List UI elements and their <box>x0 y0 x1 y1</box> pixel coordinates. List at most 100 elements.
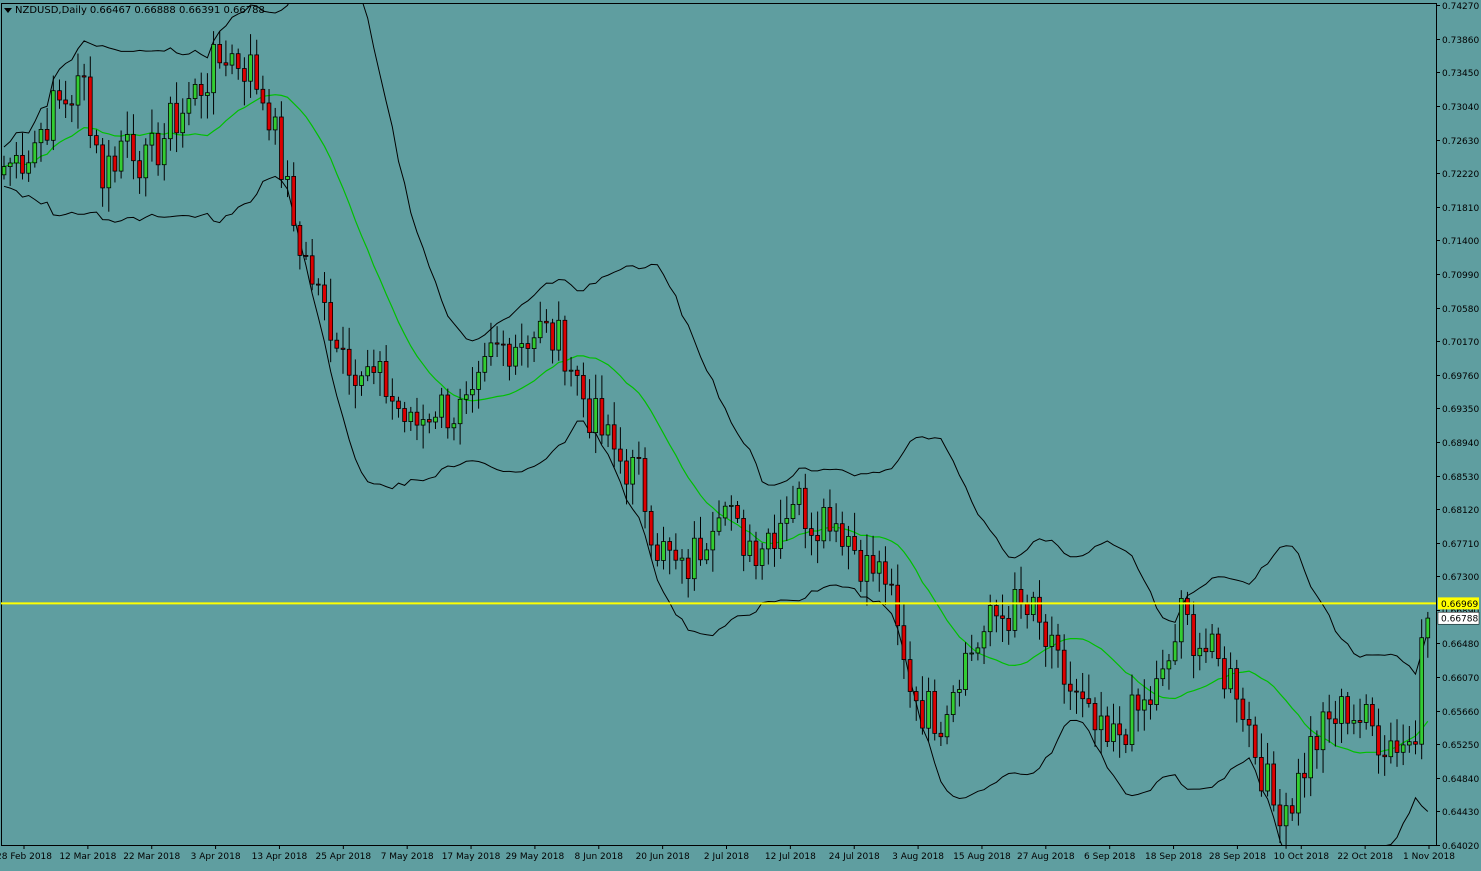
bear-candle <box>994 605 999 617</box>
bull-candle <box>531 337 537 349</box>
symbol-label: NZDUSD,Daily <box>15 4 87 16</box>
bull-candle <box>1407 741 1412 746</box>
bear-candle <box>260 88 266 104</box>
bear-candle <box>1216 633 1221 659</box>
bull-candle <box>605 424 611 436</box>
bear-candle <box>322 284 327 303</box>
bear-candle <box>550 322 555 351</box>
bear-candle <box>445 394 451 429</box>
bull-candle <box>537 320 543 339</box>
bull-candle <box>1209 633 1215 652</box>
bull-candle <box>1031 596 1036 615</box>
bull-candle <box>229 53 235 66</box>
bear-candle <box>309 255 315 285</box>
bull-candle <box>729 504 734 507</box>
bear-candle <box>858 550 864 582</box>
bull-candle <box>957 689 962 693</box>
bull-candle <box>790 503 796 519</box>
bull-candle <box>1296 772 1301 814</box>
bear-candle <box>920 700 925 729</box>
bear-candle <box>741 518 746 556</box>
x-tick-label: 13 Apr 2018 <box>252 852 308 862</box>
bear-candle <box>1135 694 1141 711</box>
y-tick-label: 0.68940 <box>1442 439 1479 449</box>
bull-candle <box>457 398 463 425</box>
bull-candle <box>950 692 956 716</box>
bull-candle <box>1049 634 1055 647</box>
price-chart[interactable]: 0.74270 0.73860 0.73450 0.73040 0.72630 0.722… <box>0 0 1481 867</box>
x-tick-label: 7 May 2018 <box>381 852 434 862</box>
bear-candle <box>242 68 247 82</box>
x-tick-label: 3 Apr 2018 <box>191 852 241 862</box>
x-tick-label: 22 Mar 2018 <box>123 852 180 862</box>
bear-candle <box>174 102 179 134</box>
bear-candle <box>1086 698 1092 704</box>
bear-candle <box>340 347 346 350</box>
bear-candle <box>648 510 654 546</box>
bull-candle <box>766 532 771 550</box>
bull-candle <box>1142 699 1147 711</box>
y-tick-label: 0.70170 <box>1442 338 1479 348</box>
y-tick-label: 0.68120 <box>1442 506 1479 516</box>
bear-candle <box>414 411 420 426</box>
bull-candle <box>7 162 13 167</box>
x-tick-label: 17 May 2018 <box>442 852 501 862</box>
bear-candle <box>907 659 913 692</box>
bear-candle <box>112 155 118 172</box>
bear-candle <box>426 419 432 423</box>
bull-candle <box>359 375 364 386</box>
bear-candle <box>266 102 272 131</box>
bull-candle <box>1129 694 1135 745</box>
bear-candle <box>599 398 605 436</box>
middle-band-line <box>3 94 1429 754</box>
bull-candle <box>778 522 783 549</box>
bull-candle <box>630 456 635 485</box>
y-tick-label: 0.64430 <box>1442 808 1479 818</box>
x-tick-label: 6 Sep 2018 <box>1084 852 1136 862</box>
y-tick-label: 0.72220 <box>1442 170 1479 180</box>
bear-candle <box>840 523 845 547</box>
chart-area[interactable]: 0.74270 0.73860 0.73450 0.73040 0.72630 0.722… <box>0 0 1481 867</box>
bear-candle <box>44 128 50 141</box>
bear-candle <box>624 460 629 485</box>
bear-candle <box>155 132 161 166</box>
bull-candle <box>692 537 697 580</box>
x-tick-label: 3 Aug 2018 <box>892 852 944 862</box>
bull-candle <box>593 398 598 433</box>
bear-candle <box>346 348 352 376</box>
x-tick-label: 25 Apr 2018 <box>315 852 371 862</box>
bull-candle <box>1283 805 1289 827</box>
bear-candle <box>137 160 142 179</box>
bull-candle <box>408 411 414 423</box>
y-tick-label: 0.70990 <box>1442 271 1479 281</box>
bear-candle <box>889 583 894 586</box>
x-tick-label: 28 Sep 2018 <box>1209 852 1266 862</box>
bear-candle <box>69 103 75 106</box>
bull-candle <box>716 517 722 532</box>
upper-band-line <box>3 4 1429 676</box>
bull-candle <box>1351 720 1357 724</box>
y-tick-label: 0.65660 <box>1442 708 1479 718</box>
bull-candle <box>796 487 802 505</box>
bull-candle <box>1400 744 1406 753</box>
bull-candle <box>51 90 56 141</box>
x-tick-label: 1 Nov 2018 <box>1403 852 1455 862</box>
bull-candle <box>1098 715 1104 731</box>
y-tick-label: 0.64840 <box>1442 775 1479 785</box>
bear-candle <box>574 369 580 376</box>
bear-candle <box>1061 649 1067 685</box>
bear-candle <box>852 536 857 551</box>
bull-candle <box>1363 704 1369 723</box>
bull-candle <box>75 75 81 106</box>
dropdown-triangle-icon[interactable] <box>4 7 12 13</box>
bull-candle <box>476 371 481 390</box>
bear-candle <box>870 555 876 574</box>
x-tick-label: 18 Sep 2018 <box>1145 852 1202 862</box>
bull-candle <box>38 128 44 144</box>
bear-candle <box>685 557 691 579</box>
chart-header: NZDUSD,Daily 0.66467 0.66888 0.66391 0.6… <box>4 3 265 17</box>
bear-candle <box>525 343 531 349</box>
bear-candle <box>1024 603 1030 615</box>
bull-candle <box>784 518 790 524</box>
bear-candle <box>217 44 223 64</box>
